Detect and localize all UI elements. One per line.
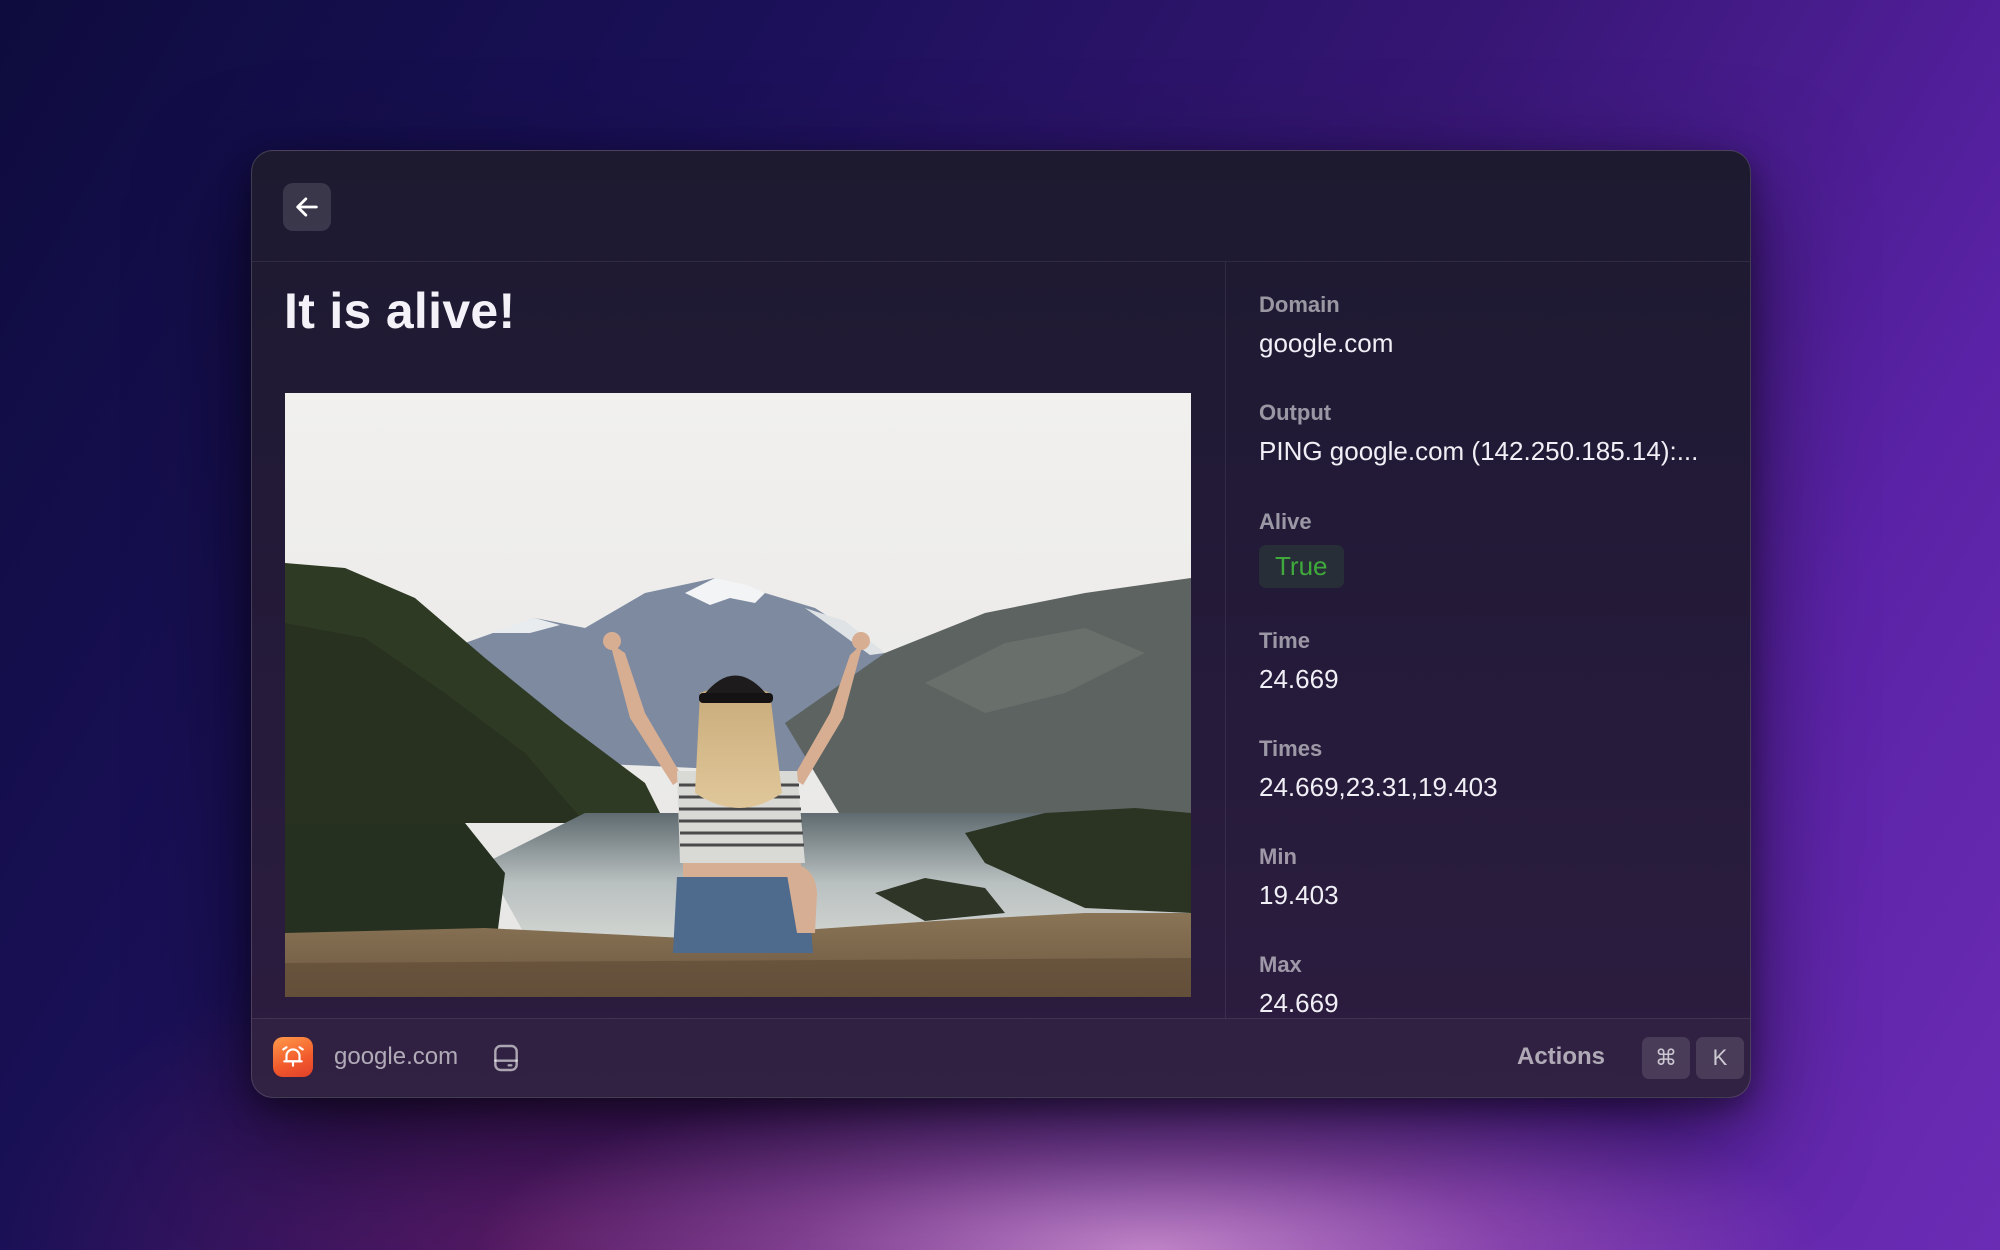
footer-title: google.com <box>334 1043 459 1070</box>
markdown-pane: It is alive! <box>252 262 1226 1018</box>
action-bar: google.com Actions ⌘ K <box>252 1018 1750 1097</box>
shortcut-key-k: K <box>1696 1037 1744 1079</box>
metadata-label-time: Time <box>1259 628 1310 653</box>
metadata-label-alive: Alive <box>1259 509 1312 534</box>
metadata-label-domain: Domain <box>1259 292 1340 317</box>
detail-image <box>285 393 1191 997</box>
arrow-left-icon <box>296 197 318 217</box>
metadata-tag-alive: True <box>1259 545 1344 588</box>
detail-content: It is alive! Domain google.com Output PI… <box>252 262 1750 1018</box>
actions-button[interactable]: Actions <box>1517 1043 1605 1071</box>
back-button[interactable] <box>283 183 331 231</box>
photo-woman-mountain-lake-icon <box>285 393 1191 997</box>
metadata-label-max: Max <box>1259 952 1302 977</box>
metadata-value-times[interactable]: 24.669,23.31,19.403 <box>1259 772 1498 803</box>
metadata-value-min[interactable]: 19.403 <box>1259 880 1339 911</box>
metadata-label-output: Output <box>1259 400 1332 425</box>
shortcut-key-cmd: ⌘ <box>1642 1037 1690 1079</box>
hard-drive-icon <box>494 1044 518 1072</box>
extension-window: It is alive! Domain google.com Output PI… <box>251 150 1751 1098</box>
metadata-value-output[interactable]: PING google.com (142.250.185.14):... <box>1259 436 1698 467</box>
metadata-value-domain[interactable]: google.com <box>1259 328 1393 359</box>
metadata-value-max[interactable]: 24.669 <box>1259 988 1339 1018</box>
metadata-label-times: Times <box>1259 736 1323 761</box>
metadata-pane: Domain google.com Output PING google.com… <box>1227 262 1750 1018</box>
metadata-value-time[interactable]: 24.669 <box>1259 664 1339 695</box>
top-bar <box>252 151 1750 262</box>
alarm-bell-icon <box>282 1046 304 1067</box>
detail-title: It is alive! <box>284 283 516 339</box>
app-icon <box>273 1037 313 1077</box>
metadata-label-min: Min <box>1259 844 1297 869</box>
